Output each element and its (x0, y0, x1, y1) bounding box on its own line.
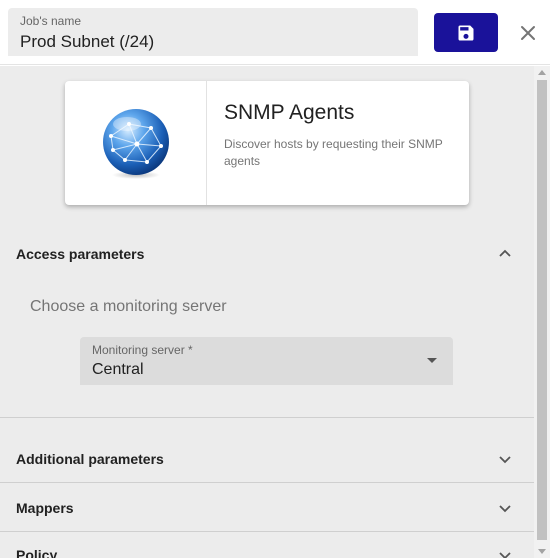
section-title-access-parameters[interactable]: Access parameters (16, 246, 144, 262)
scroll-down-arrow-icon[interactable] (538, 549, 546, 554)
save-button[interactable] (434, 13, 498, 52)
section-title-policy[interactable]: Policy (16, 547, 57, 558)
vertical-scrollbar[interactable] (534, 66, 550, 558)
section-divider (0, 482, 534, 483)
close-icon (521, 26, 535, 40)
dropdown-arrow-icon (427, 358, 437, 363)
globe-icon (102, 109, 169, 179)
floppy-disk-icon (458, 25, 474, 40)
chevron-down-icon[interactable] (497, 451, 513, 467)
close-button[interactable] (512, 17, 544, 49)
job-name-label: Job's name (20, 14, 81, 28)
chevron-up-icon[interactable] (497, 246, 513, 262)
dialog-header: Job's name Prod Subnet (/24) (0, 0, 550, 65)
job-type-description: Discover hosts by requesting their SNMP … (224, 137, 443, 168)
monitoring-server-value: Central (92, 361, 144, 378)
job-type-card: SNMP Agents Discover hosts by requesting… (65, 81, 469, 205)
job-name-input[interactable]: Prod Subnet (/24) (20, 32, 154, 52)
monitoring-server-hint: Choose a monitoring server (30, 298, 227, 315)
job-type-title: SNMP Agents (224, 101, 355, 124)
monitoring-server-select[interactable]: Monitoring server * Central (80, 337, 453, 385)
section-title-additional-parameters[interactable]: Additional parameters (16, 451, 164, 467)
job-form-panel: SNMP Agents Discover hosts by requesting… (0, 66, 534, 558)
section-divider (0, 531, 534, 532)
scroll-up-arrow-icon[interactable] (538, 70, 546, 75)
chevron-down-icon[interactable] (497, 547, 513, 558)
card-icon-area (65, 81, 207, 205)
section-divider (0, 417, 534, 418)
chevron-down-icon[interactable] (497, 500, 513, 516)
scrollbar-thumb[interactable] (537, 80, 547, 540)
monitoring-server-label: Monitoring server * (92, 343, 193, 357)
section-title-mappers[interactable]: Mappers (16, 500, 74, 516)
job-name-field[interactable]: Job's name Prod Subnet (/24) (8, 8, 418, 56)
